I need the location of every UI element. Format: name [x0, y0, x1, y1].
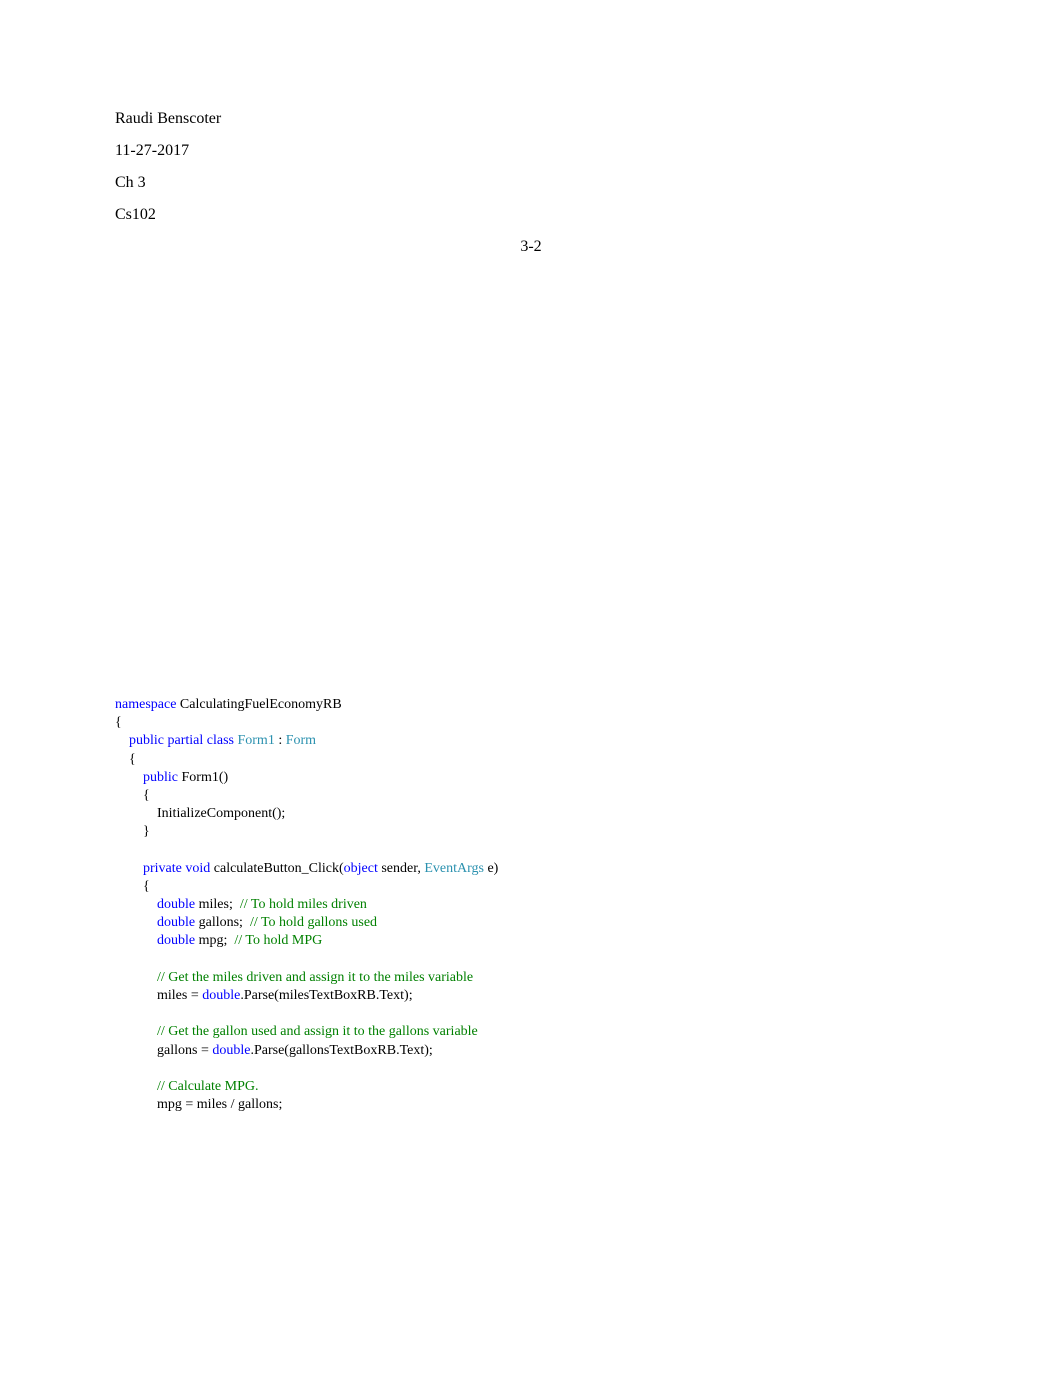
keyword-double: double — [157, 933, 195, 948]
namespace-name: CalculatingFuelEconomyRB — [176, 697, 341, 712]
param-e: e) — [484, 861, 498, 876]
class-name: Form1 — [237, 733, 274, 748]
indent — [115, 770, 143, 785]
keyword-double: double — [202, 988, 240, 1003]
keyword-namespace: namespace — [115, 697, 176, 712]
assign-miles: miles = — [157, 988, 202, 1003]
comment-calc-mpg: // Calculate MPG. — [157, 1079, 259, 1094]
colon: : — [275, 733, 286, 748]
indent — [115, 733, 129, 748]
var-mpg: mpg; — [195, 933, 234, 948]
page-title: 3-2 — [115, 238, 947, 256]
method-name: calculateButton_Click( — [210, 861, 343, 876]
comment-mpg: // To hold MPG — [234, 933, 322, 948]
param-sender: sender, — [378, 861, 424, 876]
parse-gallons: .Parse(gallonsTextBoxRB.Text); — [250, 1043, 432, 1058]
keyword-double: double — [157, 915, 195, 930]
calc-mpg-line: mpg = miles / gallons; — [157, 1097, 282, 1112]
indent — [115, 970, 157, 985]
brace: { — [115, 879, 150, 894]
date-line: 11-27-2017 — [115, 142, 947, 160]
comment-gallons: // To hold gallons used — [250, 915, 377, 930]
keyword-public: public — [143, 770, 178, 785]
indent — [115, 861, 143, 876]
keyword-double: double — [157, 897, 195, 912]
chapter-line: Ch 3 — [115, 174, 947, 192]
comment-get-miles: // Get the miles driven and assign it to… — [157, 970, 473, 985]
var-miles: miles; — [195, 897, 240, 912]
type-eventargs: EventArgs — [424, 861, 484, 876]
brace: { — [115, 752, 136, 767]
parse-miles: .Parse(milesTextBoxRB.Text); — [240, 988, 412, 1003]
indent — [115, 897, 157, 912]
brace: } — [115, 824, 150, 839]
init-call: InitializeComponent(); — [115, 806, 285, 821]
indent — [115, 1097, 157, 1112]
document-page: Raudi Benscoter 11-27-2017 Ch 3 Cs102 3-… — [0, 0, 1062, 1174]
var-gallons: gallons; — [195, 915, 250, 930]
brace: { — [115, 715, 122, 730]
assign-gallons: gallons = — [157, 1043, 212, 1058]
indent — [115, 915, 157, 930]
comment-get-gallons: // Get the gallon used and assign it to … — [157, 1024, 478, 1039]
code-block: namespace CalculatingFuelEconomyRB { pub… — [115, 696, 947, 1114]
keyword-private: private — [143, 861, 182, 876]
keyword-public: public — [129, 733, 164, 748]
indent — [115, 1079, 157, 1094]
keyword-class: class — [207, 733, 234, 748]
keyword-partial: partial — [168, 733, 204, 748]
keyword-void: void — [185, 861, 210, 876]
brace: { — [115, 788, 150, 803]
indent — [115, 988, 157, 1003]
base-class: Form — [286, 733, 316, 748]
course-line: Cs102 — [115, 206, 947, 224]
indent — [115, 933, 157, 948]
keyword-double: double — [212, 1043, 250, 1058]
constructor-name: Form1() — [178, 770, 228, 785]
comment-miles: // To hold miles driven — [240, 897, 367, 912]
indent — [115, 1024, 157, 1039]
keyword-object: object — [344, 861, 378, 876]
author-line: Raudi Benscoter — [115, 110, 947, 128]
indent — [115, 1043, 157, 1058]
